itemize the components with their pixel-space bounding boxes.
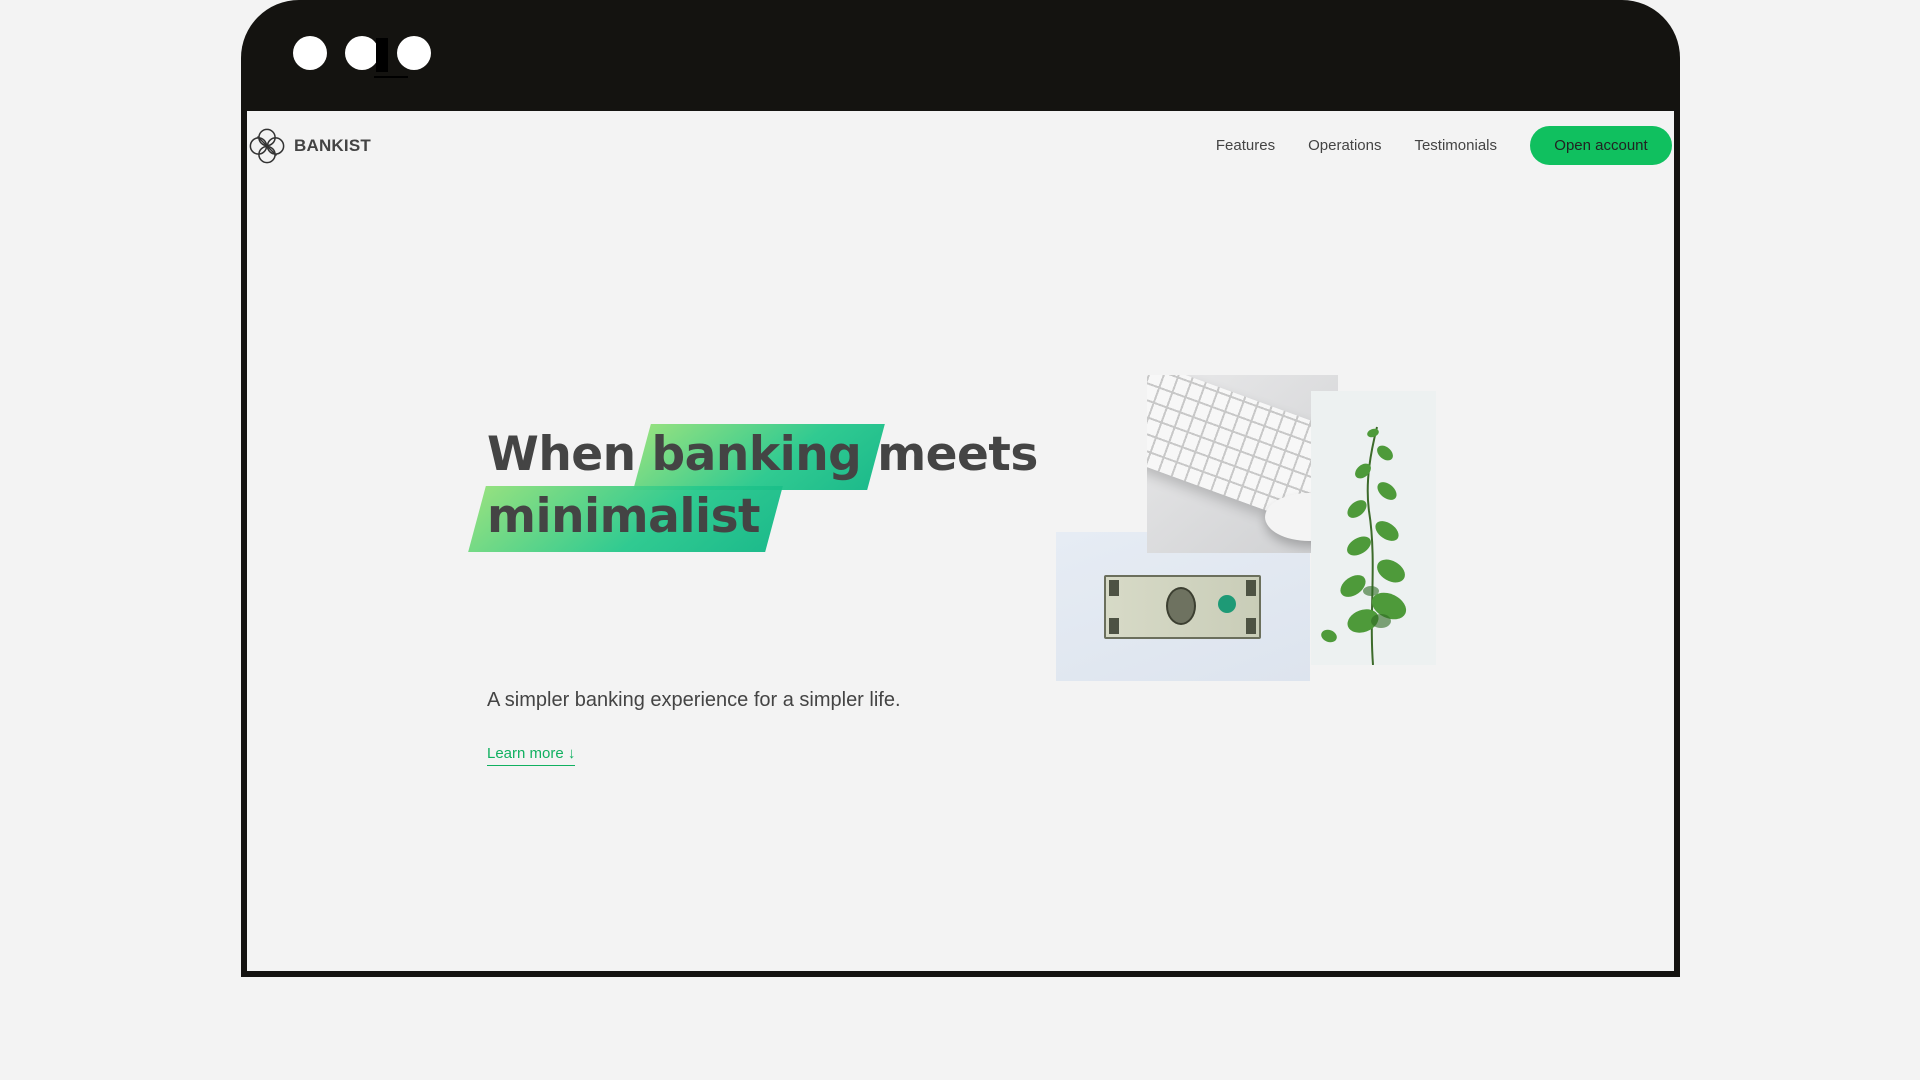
text-cursor-icon (374, 38, 408, 78)
hero-illustration (1056, 375, 1436, 685)
nav-link-operations[interactable]: Operations (1308, 137, 1381, 154)
window-controls (293, 36, 431, 70)
open-account-button[interactable]: Open account (1530, 126, 1672, 165)
nav-link-testimonials[interactable]: Testimonials (1414, 137, 1497, 154)
browser-frame: BANKIST Features Operations Testimonials… (241, 0, 1680, 977)
brand-name: BANKIST (294, 136, 371, 155)
nav-links: Features Operations Testimonials Open ac… (1216, 126, 1672, 165)
eucalyptus-plant-icon (1321, 426, 1407, 666)
hero-title-part2: meets (877, 427, 1038, 482)
page-viewport: BANKIST Features Operations Testimonials… (247, 111, 1674, 971)
nav-link-features[interactable]: Features (1216, 137, 1275, 154)
bankist-logo-icon (249, 128, 285, 164)
hero-title-highlight-banking: banking (652, 424, 862, 486)
window-dot-maximize[interactable] (397, 36, 431, 70)
hero-title-part1: When (487, 427, 636, 482)
keyboard-and-mouse-image (1147, 375, 1338, 553)
hero-title: When banking meets minimalist (487, 424, 1038, 548)
learn-more-link[interactable]: Learn more ↓ (487, 745, 576, 766)
window-dot-close[interactable] (293, 36, 327, 70)
top-navigation: BANKIST Features Operations Testimonials… (247, 111, 1674, 179)
hero-title-highlight-minimalist: minimalist (487, 486, 761, 548)
brand-logo[interactable]: BANKIST (248, 127, 371, 165)
dollar-bill-icon (1104, 575, 1261, 639)
dollar-bill-image (1056, 532, 1310, 681)
plant-image (1311, 391, 1436, 666)
window-dot-minimize[interactable] (345, 36, 379, 70)
hero-subtitle: A simpler banking experience for a simpl… (487, 689, 901, 711)
